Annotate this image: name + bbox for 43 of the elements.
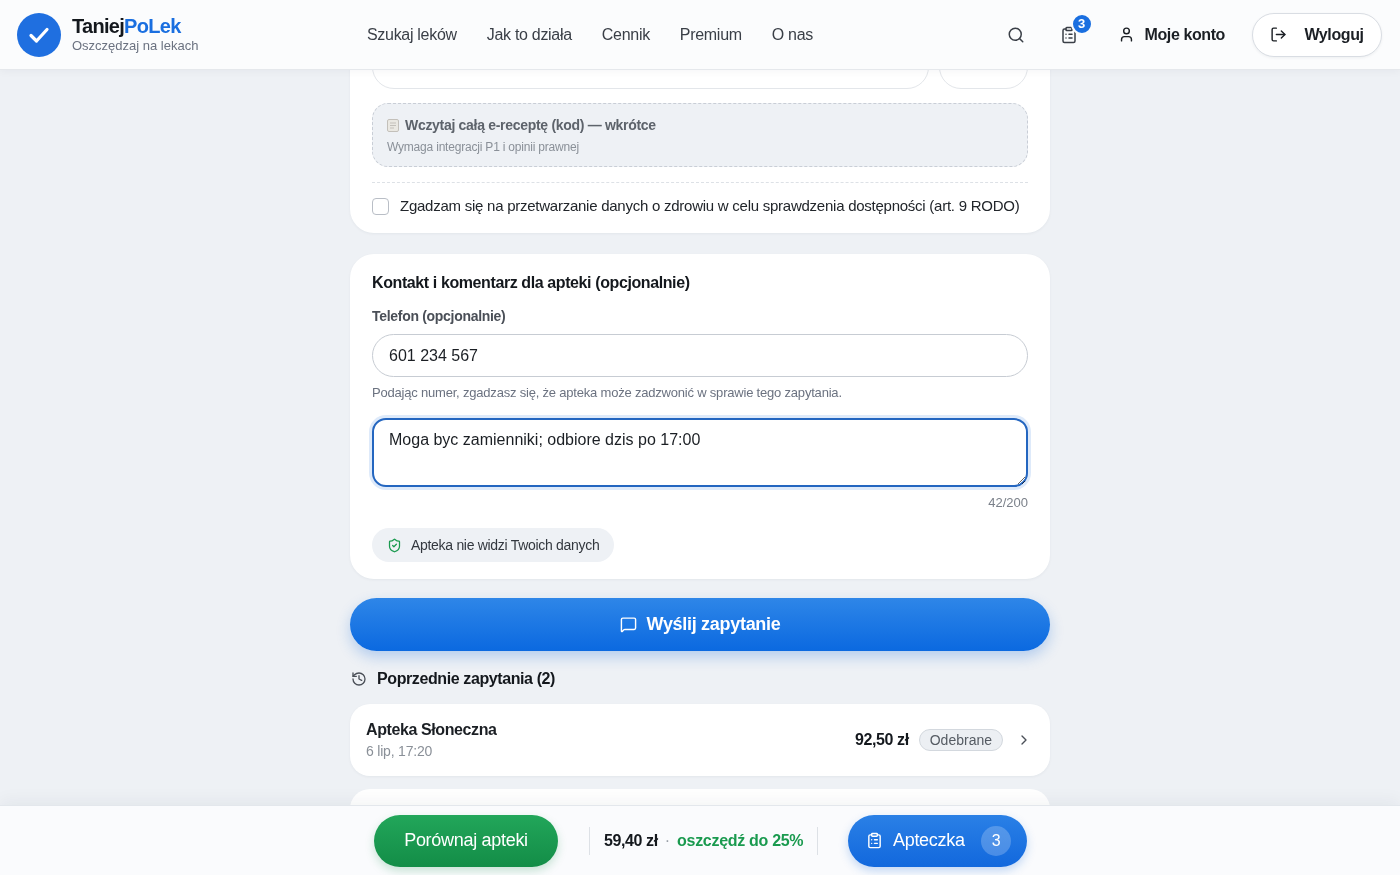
total-price: 59,40 zł (604, 831, 658, 850)
phone-field[interactable]: 601 234 567 (372, 334, 1028, 377)
separator-dot: · (664, 831, 671, 850)
section-title: Poprzednie zapytania (2) (377, 670, 555, 688)
privacy-text: Apteka nie widzi Twoich danych (411, 537, 600, 553)
nav-link[interactable]: Jak to działa (486, 25, 572, 44)
shield-check-icon (387, 537, 402, 553)
nav-link[interactable]: Cennik (601, 25, 650, 44)
send-button[interactable]: Wyślij zapytanie (350, 598, 1050, 651)
request-price: 92,50 zł (855, 731, 909, 749)
field-label: Telefon (opcjonalnie) (372, 307, 506, 325)
nav-link[interactable]: O nas (771, 25, 813, 44)
pharmacy-name: Apteka Słoneczna (366, 721, 497, 739)
request-date: 6 lip, 17:20 (366, 743, 433, 759)
char-counter: 42/200 (988, 496, 1028, 510)
brand-tagline: Oszczędzaj na lekach (72, 38, 199, 54)
field-hint: Podając numer, zgadzasz się, że apteka może zadzwonić w sprawie tego zapytania. (372, 385, 842, 401)
consent-label: Zgadzam się na przetwarzanie danych o zdrowiu w celu sprawdzenia dostępności (art. 9 RODO) (400, 197, 1020, 215)
clipboard-icon (866, 832, 883, 849)
message-icon (619, 616, 637, 633)
e-prescription-note: Wymaga integracji P1 i opinii prawnej (387, 140, 579, 154)
notepad-icon (387, 119, 399, 132)
cabinet-button[interactable]: Apteczka 3 (848, 814, 1027, 867)
nav-link[interactable]: Szukaj leków (367, 25, 457, 44)
clipboard-icon[interactable] (1059, 25, 1078, 44)
card-title: Kontakt i komentarz dla apteki (opcjonalnie) (372, 273, 690, 293)
compare-button[interactable]: Porównaj apteki (374, 814, 558, 867)
count-badge: 3 (981, 825, 1011, 856)
logout-icon (1270, 26, 1288, 43)
consent-checkbox[interactable] (372, 197, 389, 215)
logout-button[interactable]: Wyloguj (1252, 12, 1382, 57)
comment-field[interactable]: Moga byc zamienniki; odbiore dzis po 17:00 (372, 418, 1028, 487)
history-icon (351, 671, 367, 687)
count-badge: 3 (1070, 12, 1093, 35)
nav-link[interactable]: Premium (679, 25, 742, 44)
search-icon[interactable] (1006, 25, 1025, 44)
account-link[interactable]: Moje konto (1117, 25, 1225, 44)
e-prescription-title: Wczytaj całą e-receptę (kod) — wkrótce (405, 117, 656, 134)
brand-name: TaniejPoLek (72, 15, 182, 38)
savings-text: oszczędź do 25% (677, 831, 804, 850)
history-item[interactable]: Apteka Słoneczna 6 lip, 17:20 92,50 zł Odebrane (350, 704, 1050, 776)
logo-icon (17, 12, 61, 57)
status-badge: Odebrane (918, 729, 1003, 751)
